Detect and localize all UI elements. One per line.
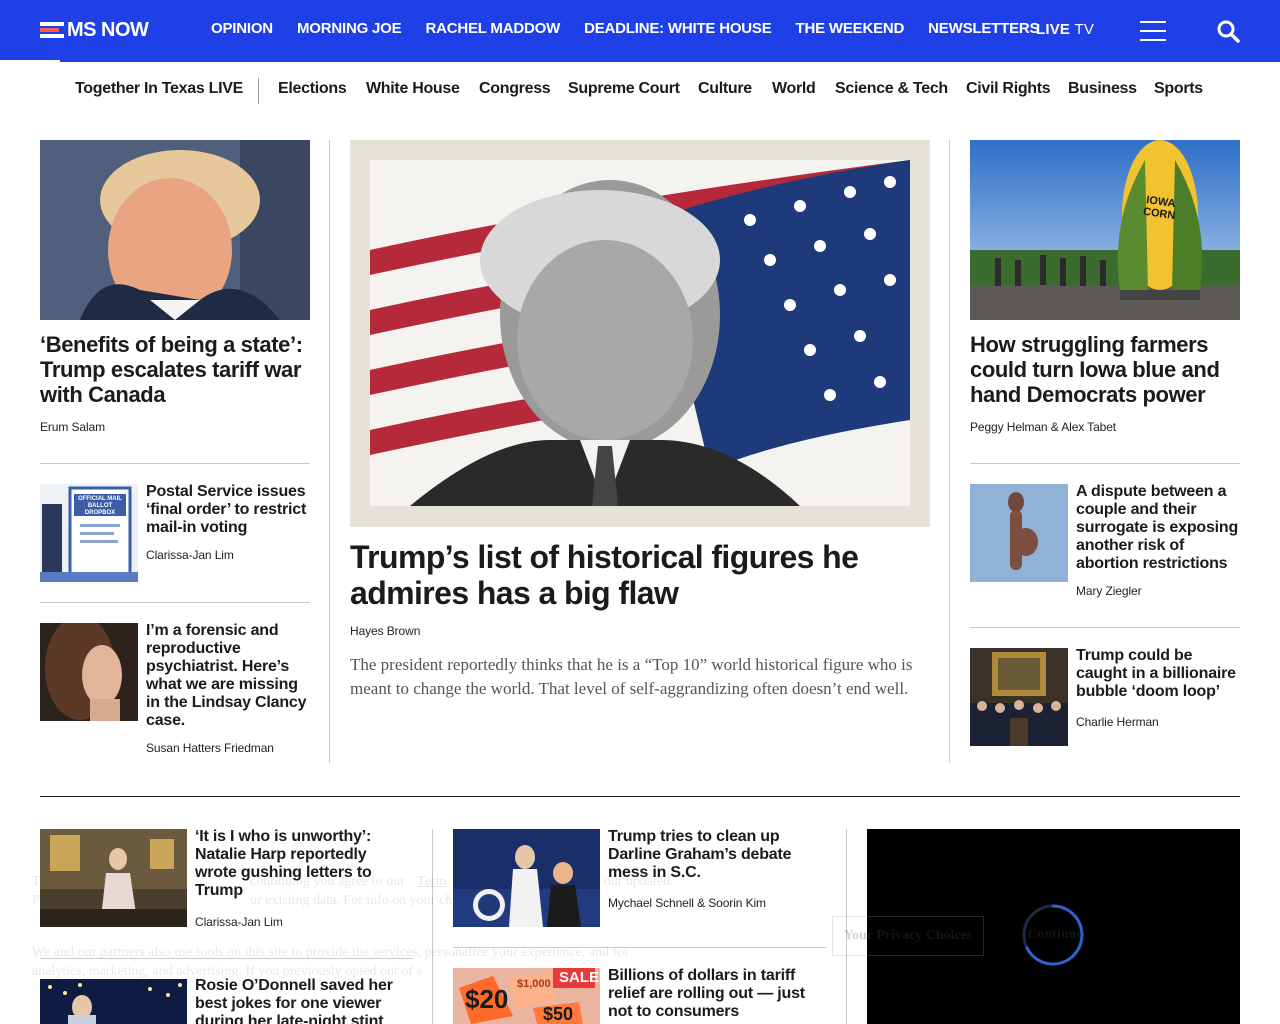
trump-portrait-image[interactable] xyxy=(40,140,310,320)
section-white-house[interactable]: White House xyxy=(366,80,460,98)
consent-text-1c: and our updated xyxy=(580,874,671,889)
menu-icon[interactable] xyxy=(1140,19,1166,41)
left-story1-headline[interactable]: Postal Service issues ‘final order’ to r… xyxy=(146,483,312,537)
section-divider xyxy=(258,78,259,104)
section-elections[interactable]: Elections xyxy=(278,80,347,98)
main-nav: OPINION MORNING JOE RACHEL MADDOW DEADLI… xyxy=(211,20,1063,37)
center-feature-image[interactable] xyxy=(350,140,930,527)
section-supreme-court[interactable]: Supreme Court xyxy=(568,80,680,98)
consent-text-3: We and our partners also use tools on th… xyxy=(32,945,629,960)
story-divider xyxy=(970,627,1240,628)
center-headline[interactable]: Trump’s list of historical figures he ad… xyxy=(350,539,910,611)
consent-text-2b: ur existing data. For info on your ch xyxy=(250,893,453,908)
nav-deadline-white-house[interactable]: DEADLINE: WHITE HOUSE xyxy=(584,20,772,37)
right-story2-headline[interactable]: Trump could be caught in a billionaire b… xyxy=(1076,647,1242,701)
section-culture[interactable]: Culture xyxy=(698,80,752,98)
section-business[interactable]: Business xyxy=(1068,80,1137,98)
logo-stripes-icon xyxy=(40,21,64,39)
section-science-tech[interactable]: Science & Tech xyxy=(835,80,948,98)
right-lead-byline: Peggy Helman & Alex Tabet xyxy=(970,420,1117,434)
tv-label: TV xyxy=(1074,21,1095,38)
pregnant-silhouette-image[interactable] xyxy=(970,484,1068,582)
story-divider xyxy=(40,602,310,603)
column-divider xyxy=(949,140,950,763)
left-story2-headline[interactable]: I’m a forensic and reproductive psychiat… xyxy=(146,622,314,730)
nav-newsletters[interactable]: NEWSLETTERS xyxy=(928,20,1039,37)
consent-text-1a: Th xyxy=(32,874,48,889)
center-byline: Hayes Brown xyxy=(350,624,421,638)
ballot-sign-text: OFFICIAL MAIL BALLOT DROPBOX xyxy=(78,496,122,516)
section-world[interactable]: World xyxy=(772,80,816,98)
ballot-dropbox-image[interactable]: OFFICIAL MAIL BALLOT DROPBOX xyxy=(40,484,138,582)
nav-opinion[interactable]: OPINION xyxy=(211,20,273,37)
right-lead-headline[interactable]: How struggling farmers could turn Iowa b… xyxy=(970,332,1242,407)
section-civil-rights[interactable]: Civil Rights xyxy=(966,80,1051,98)
search-icon[interactable] xyxy=(1216,19,1240,43)
continue-button[interactable]: Continue xyxy=(1000,916,1110,956)
woman-profile-image[interactable] xyxy=(40,623,138,721)
consent-text-1b: continuing you agree to our xyxy=(250,874,405,889)
left-lead-byline: Erum Salam xyxy=(40,420,106,434)
consent-text-4: analytics, marketing, and advertising. I… xyxy=(32,964,422,979)
privacy-choices-button[interactable]: Your Privacy Choices xyxy=(832,916,984,956)
story-divider xyxy=(40,463,310,464)
right-story1-byline: Mary Ziegler xyxy=(1076,584,1142,598)
right-story2-byline: Charlie Herman xyxy=(1076,715,1159,729)
top-nav-bar: MS NOW OPINION MORNING JOE RACHEL MADDOW… xyxy=(0,0,1280,62)
left-story2-byline: Susan Hatters Friedman xyxy=(146,741,274,755)
white-house-event-image[interactable] xyxy=(970,648,1068,746)
column-divider xyxy=(329,140,330,763)
section-sports[interactable]: Sports xyxy=(1154,80,1203,98)
section-divider-line xyxy=(40,796,1240,797)
nav-rachel-maddow[interactable]: RACHEL MADDOW xyxy=(425,20,560,37)
nav-the-weekend[interactable]: THE WEEKEND xyxy=(796,20,905,37)
section-nav: Together In Texas LIVE Elections White H… xyxy=(0,62,1280,120)
consent-banner: Th continuing you agree to our Term and … xyxy=(0,860,1280,1024)
iowa-corn-image[interactable]: IOWA CORN xyxy=(970,140,1240,320)
story-divider xyxy=(970,463,1240,464)
left-lead-headline[interactable]: ‘Benefits of being a state’: Trump escal… xyxy=(40,332,312,407)
live-label: LIVE xyxy=(1036,21,1071,38)
center-dek: The president reportedly thinks that he … xyxy=(350,655,913,698)
terms-link[interactable]: Term xyxy=(417,872,446,891)
section-together-in-texas[interactable]: Together In Texas LIVE xyxy=(75,80,243,98)
live-tv-link[interactable]: LIVE TV xyxy=(1036,21,1094,38)
consent-text-2a: Pr xyxy=(32,893,45,908)
site-logo[interactable]: MS NOW xyxy=(40,18,149,42)
left-story1-byline: Clarissa-Jan Lim xyxy=(146,548,234,562)
section-congress[interactable]: Congress xyxy=(479,80,551,98)
nav-morning-joe[interactable]: MORNING JOE xyxy=(297,20,402,37)
logo-text: MS NOW xyxy=(67,18,149,41)
right-story1-headline[interactable]: A dispute between a couple and their sur… xyxy=(1076,483,1242,573)
